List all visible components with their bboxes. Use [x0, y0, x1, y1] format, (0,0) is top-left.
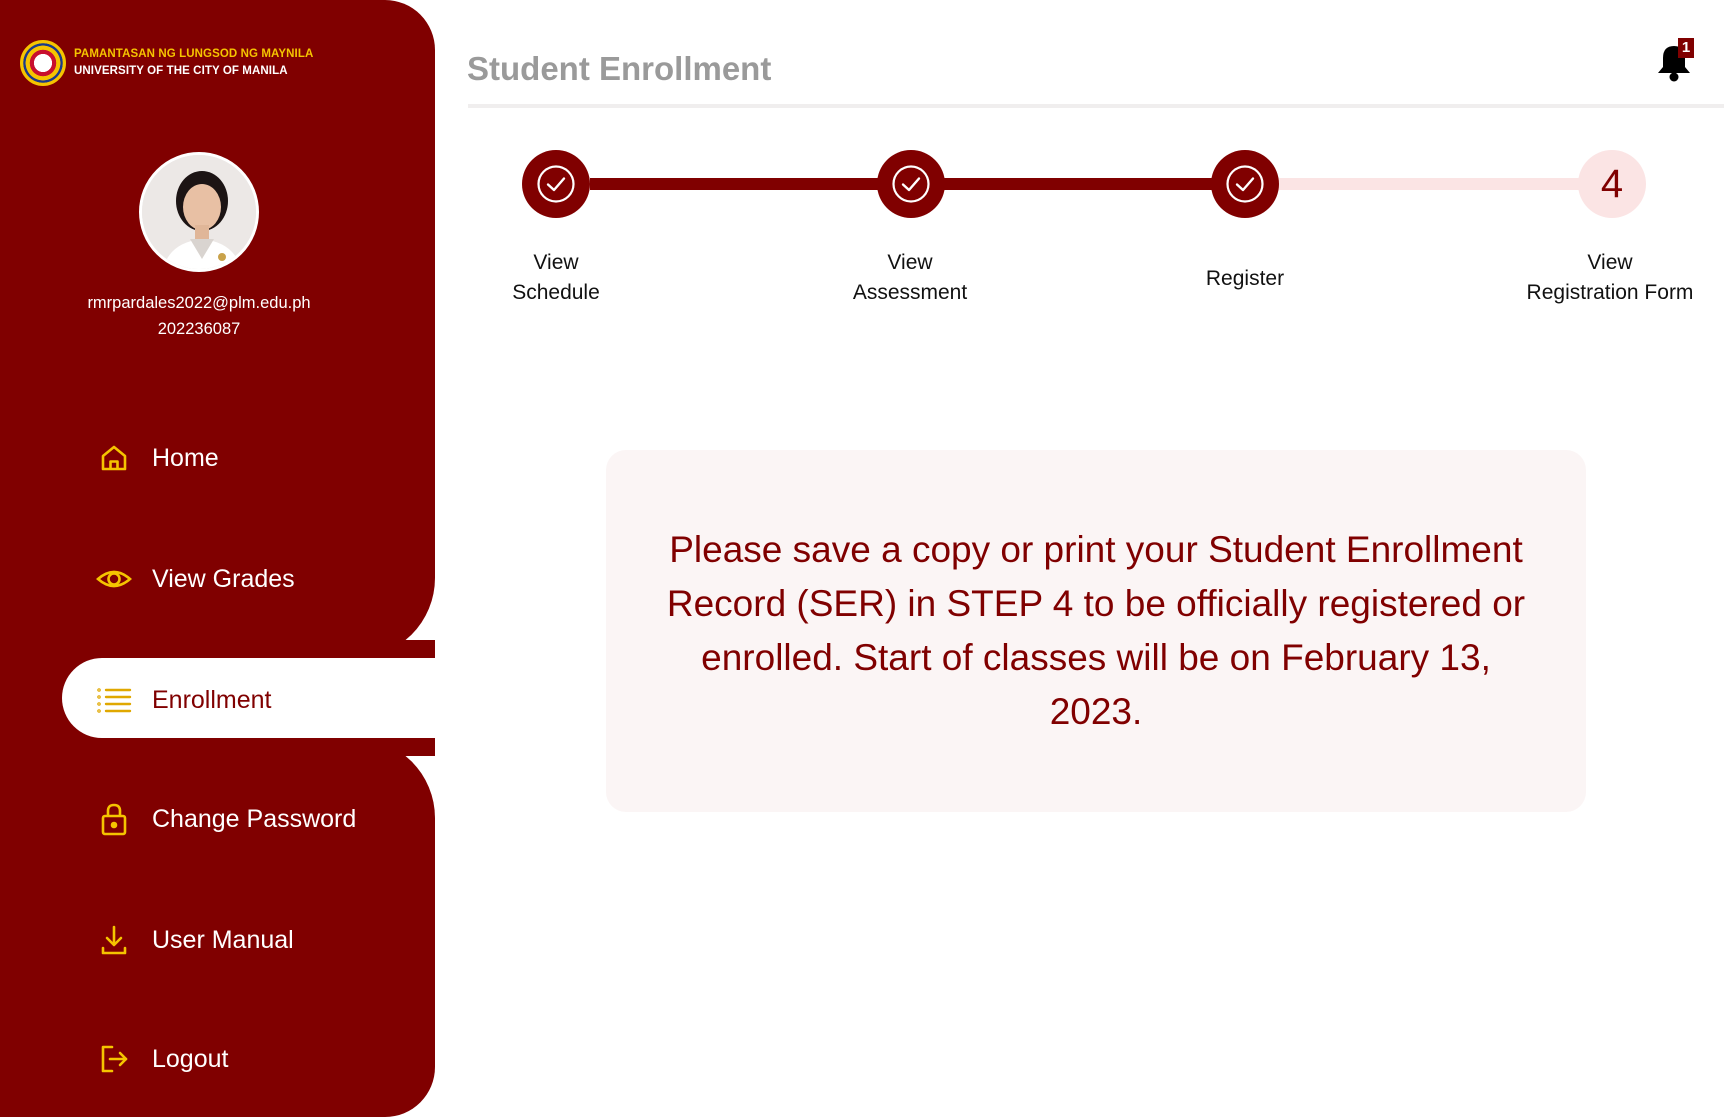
step-1-label-line2: Schedule	[512, 281, 600, 304]
university-seal-logo	[20, 40, 66, 86]
nav-item-change-password[interactable]: Change Password	[96, 801, 356, 837]
nav-label-user-manual: User Manual	[152, 925, 294, 954]
sidebar: PAMANTASAN NG LUNGSOD NG MAYNILA UNIVERS…	[0, 0, 435, 1117]
step-3-label-line1: Register	[1205, 267, 1285, 290]
step-3-circle[interactable]	[1211, 150, 1279, 218]
nav-label-home: Home	[152, 443, 219, 472]
nav-item-enrollment[interactable]: Enrollment	[96, 682, 272, 718]
step-4-circle[interactable]: 4	[1578, 150, 1646, 218]
enrollment-notice-message: Please save a copy or print your Student…	[666, 529, 1526, 732]
stepper-connector-2	[944, 178, 1234, 190]
check-icon	[537, 165, 575, 203]
step-3-label: Register	[1165, 264, 1325, 294]
step-1-circle[interactable]	[522, 150, 590, 218]
nav-item-home[interactable]: Home	[96, 440, 219, 476]
brand-name-english: UNIVERSITY OF THE CITY OF MANILA	[74, 65, 288, 77]
lock-icon	[96, 801, 132, 837]
check-icon	[892, 165, 930, 203]
step-1-label-line1: View	[533, 251, 579, 274]
university-brand: PAMANTASAN NG LUNGSOD NG MAYNILA UNIVERS…	[20, 40, 313, 86]
notification-count-badge: 1	[1678, 38, 1694, 58]
step-2-label-line1: View	[887, 251, 933, 274]
stepper-connector-3	[1278, 178, 1600, 190]
step-4-number: 4	[1600, 161, 1624, 206]
nav-label-change-password: Change Password	[152, 804, 357, 833]
enrollment-notice-card: Please save a copy or print your Student…	[606, 450, 1586, 812]
nav-label-view-grades: View Grades	[152, 564, 295, 593]
title-divider	[468, 104, 1724, 108]
user-email: rmrpardales2022@plm.edu.ph	[87, 294, 311, 312]
home-icon	[96, 440, 132, 476]
eye-icon	[96, 561, 132, 597]
brand-name-filipino: PAMANTASAN NG LUNGSOD NG MAYNILA	[74, 48, 314, 60]
step-2-label: View Assessment	[820, 248, 1000, 308]
nav-item-user-manual[interactable]: User Manual	[96, 922, 294, 958]
step-2-label-line2: Assessment	[852, 281, 968, 304]
step-4-label-line1: View	[1587, 251, 1633, 274]
user-student-id: 202236087	[157, 320, 241, 338]
page-title: Student Enrollment	[467, 50, 772, 87]
stepper-connector-1	[590, 178, 890, 190]
nav-label-logout: Logout	[152, 1044, 229, 1073]
nav-item-logout[interactable]: Logout	[96, 1041, 228, 1077]
step-4-label-line2: Registration Form	[1526, 281, 1694, 304]
list-icon	[96, 682, 132, 718]
step-4-label: View Registration Form	[1500, 248, 1720, 308]
logout-icon	[96, 1041, 132, 1077]
step-2-circle[interactable]	[877, 150, 945, 218]
avatar	[139, 152, 259, 272]
step-1-label: View Schedule	[476, 248, 636, 308]
nav-label-enrollment: Enrollment	[152, 685, 272, 714]
nav-item-view-grades[interactable]: View Grades	[96, 561, 295, 597]
check-icon	[1226, 165, 1264, 203]
download-icon	[96, 922, 132, 958]
